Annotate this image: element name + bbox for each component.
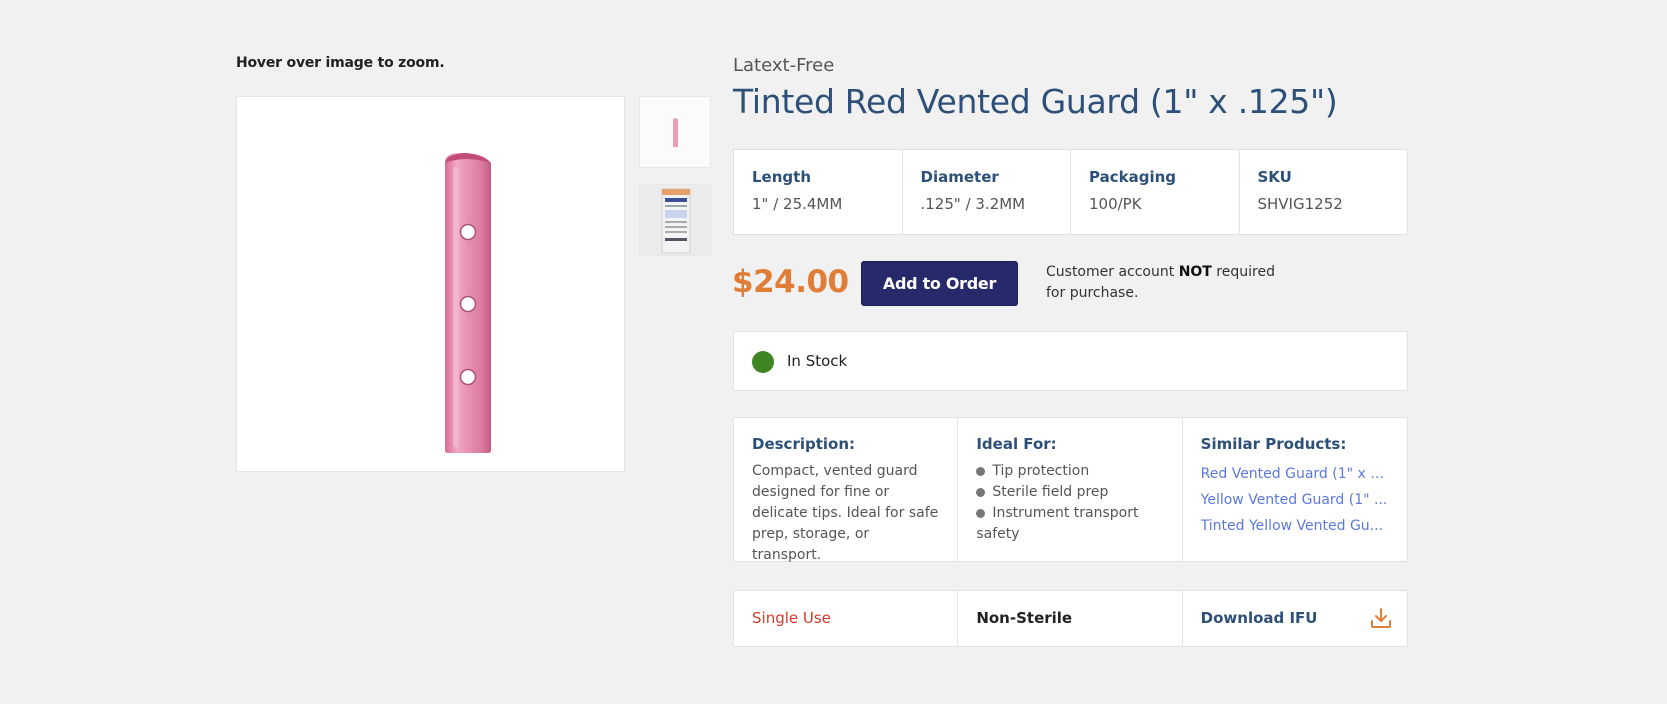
- description-heading: Description:: [752, 435, 856, 453]
- similar-product-link[interactable]: Red Vented Guard (1" x .1...: [1201, 461, 1388, 487]
- spec-label: Packaging: [1089, 168, 1176, 186]
- list-item: Tip protection: [976, 461, 1163, 482]
- add-to-order-button[interactable]: Add to Order: [861, 261, 1018, 306]
- single-use-label: Single Use: [734, 591, 959, 646]
- ideal-for-heading: Ideal For:: [976, 435, 1057, 453]
- spec-table: Length 1" / 25.4MM Diameter .125" / 3.2M…: [733, 149, 1408, 235]
- spec-value: 100/PK: [1089, 195, 1142, 213]
- product-brand: Latext-Free: [733, 55, 835, 76]
- list-item: Sterile field prep: [976, 482, 1163, 503]
- spec-label: SKU: [1257, 168, 1292, 186]
- product-title: Tinted Red Vented Guard (1" x .125"): [733, 82, 1338, 121]
- description-column: Description: Compact, vented guard desig…: [734, 418, 959, 563]
- stock-status: In Stock: [787, 352, 848, 370]
- spec-length: Length 1" / 25.4MM: [734, 150, 903, 234]
- thumbnail-package-image: [661, 188, 691, 254]
- spec-value: SHVIG1252: [1257, 195, 1343, 213]
- similar-product-link[interactable]: Tinted Yellow Vented Gu...: [1201, 513, 1388, 539]
- list-item: Instrument transport: [976, 503, 1163, 524]
- list-item-continuation: safety: [976, 526, 1020, 542]
- non-sterile-label: Non-Sterile: [958, 591, 1183, 646]
- product-price: $24.00: [732, 264, 849, 300]
- download-ifu-label: Download IFU: [1200, 609, 1318, 627]
- thumbnail-guard-image: [673, 118, 678, 147]
- description-text: Compact, vented guard designed for fine …: [752, 463, 939, 563]
- product-main-image[interactable]: [236, 96, 625, 472]
- spec-value: .125" / 3.2MM: [920, 195, 1026, 213]
- product-attributes-row: Single Use Non-Sterile Download IFU: [733, 590, 1408, 647]
- spec-value: 1" / 25.4MM: [752, 195, 843, 213]
- info-panel: Description: Compact, vented guard desig…: [733, 417, 1408, 563]
- download-ifu-button[interactable]: Download IFU: [1183, 591, 1407, 646]
- ideal-for-list: Tip protection Sterile field prep Instru…: [976, 461, 1163, 545]
- account-note-pre: Customer account: [1046, 264, 1179, 280]
- stock-panel: In Stock: [733, 331, 1408, 391]
- thumbnail-package[interactable]: [639, 184, 711, 256]
- stock-indicator-icon: [752, 351, 774, 373]
- zoom-hint: Hover over image to zoom.: [236, 55, 445, 71]
- account-note: Customer account NOT required for purcha…: [1046, 262, 1286, 304]
- spec-label: Diameter: [920, 168, 999, 186]
- vented-guard-image: [445, 153, 491, 453]
- download-icon: [1370, 608, 1391, 628]
- ideal-for-column: Ideal For: Tip protection Sterile field …: [958, 418, 1183, 561]
- similar-products-heading: Similar Products:: [1200, 435, 1347, 453]
- thumbnail-product[interactable]: [639, 96, 711, 168]
- spec-label: Length: [752, 168, 811, 186]
- spec-diameter: Diameter .125" / 3.2MM: [903, 150, 1071, 234]
- similar-products-column: Similar Products: Red Vented Guard (1" x…: [1183, 418, 1407, 561]
- similar-product-link[interactable]: Yellow Vented Guard (1" ...: [1201, 487, 1388, 513]
- spec-sku: SKU SHVIG1252: [1240, 150, 1408, 234]
- account-note-bold: NOT: [1178, 264, 1212, 280]
- spec-packaging: Packaging 100/PK: [1071, 150, 1240, 234]
